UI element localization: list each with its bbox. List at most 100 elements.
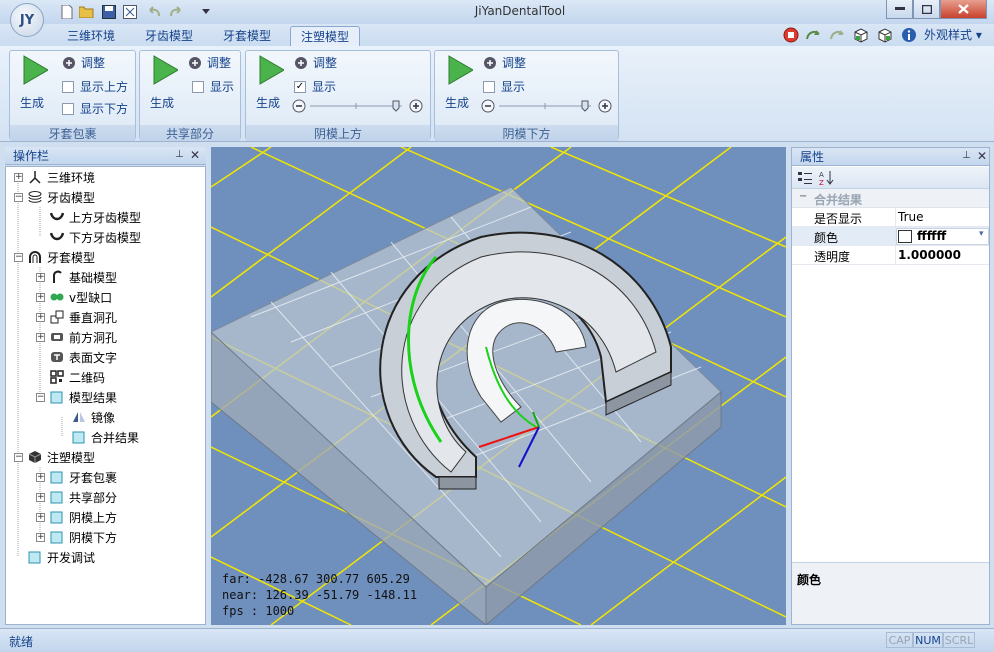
generate-button[interactable]: 生成	[20, 55, 49, 111]
close-button[interactable]	[940, 0, 987, 19]
save-icon[interactable]	[101, 4, 116, 19]
stack-icon	[28, 190, 42, 204]
props-panel-header: 属性	[792, 148, 989, 166]
undo-icon[interactable]	[146, 4, 161, 19]
maximize-button[interactable]	[913, 0, 940, 19]
open-folder-icon[interactable]	[79, 4, 94, 19]
tree-item-3d-environment[interactable]: + 三维环境	[14, 167, 95, 187]
tree-label: 合并结果	[91, 430, 140, 445]
tree-item-qr-code[interactable]: 二维码	[50, 367, 105, 387]
tree-item-injection-model[interactable]: − 注塑模型	[14, 447, 95, 467]
tree-item-tooth-model[interactable]: − 牙齿模型	[14, 187, 95, 207]
tree-item-vertical-hole[interactable]: + 垂直洞孔	[36, 307, 117, 327]
tab-brace-model[interactable]: 牙套模型	[214, 26, 280, 46]
categorized-icon[interactable]	[797, 170, 813, 189]
tree-item-lower-tooth[interactable]: 下方牙齿模型	[50, 227, 141, 247]
adjust-button[interactable]: 调整	[483, 54, 526, 71]
prop-value[interactable]: ffffff	[917, 229, 946, 243]
show-upper-checkbox[interactable]: 显示上方	[62, 78, 128, 95]
tree-item-base-model[interactable]: + 基础模型	[36, 267, 117, 287]
slider-thumb[interactable]	[581, 100, 589, 112]
collapse-icon[interactable]: −	[14, 252, 23, 262]
tree-item-model-result[interactable]: − 模型结果	[36, 387, 117, 407]
collapse-icon[interactable]: −	[799, 191, 807, 202]
sort-az-icon[interactable]: AZ	[819, 170, 835, 189]
zoom-in-icon[interactable]	[598, 99, 612, 113]
expand-icon[interactable]: +	[36, 272, 45, 282]
app-logo[interactable]: JY	[10, 3, 44, 37]
3d-viewport[interactable]: far: -428.67 300.77 605.29 near: 126.39 …	[211, 147, 786, 625]
prop-value[interactable]: 1.000000	[898, 248, 961, 262]
pin-icon[interactable]: ⊥	[175, 149, 184, 160]
expand-icon[interactable]: +	[36, 492, 45, 502]
rotate-view-alt-icon[interactable]	[829, 27, 845, 43]
expand-icon[interactable]: +	[36, 472, 45, 482]
collapse-icon[interactable]: −	[14, 452, 23, 462]
new-file-icon[interactable]	[59, 4, 74, 19]
collapse-icon[interactable]: −	[36, 392, 45, 402]
tab-injection-model[interactable]: 注塑模型	[290, 26, 360, 46]
adjust-button[interactable]: 调整	[294, 54, 337, 71]
minimize-button[interactable]	[886, 0, 913, 19]
expand-icon[interactable]: +	[36, 512, 45, 522]
collapse-icon[interactable]: −	[14, 192, 23, 202]
expand-icon[interactable]: +	[14, 172, 23, 182]
info-icon[interactable]	[901, 27, 917, 43]
props-category[interactable]: − 合并结果	[792, 189, 989, 208]
prop-value[interactable]: True	[898, 210, 924, 224]
tree-item-front-hole[interactable]: + 前方洞孔	[36, 327, 117, 347]
tree-item-surface-text[interactable]: 表面文字	[50, 347, 117, 367]
show-lower-checkbox[interactable]: 显示下方	[62, 100, 128, 117]
tab-tooth-model[interactable]: 牙齿模型	[136, 26, 202, 46]
customize-qat-icon[interactable]	[198, 4, 213, 19]
close-panel-icon[interactable]: ✕	[190, 148, 200, 162]
rotate-view-icon[interactable]	[805, 27, 821, 43]
tree-item-mirror[interactable]: 镜像	[72, 407, 115, 427]
adjust-button[interactable]: 调整	[188, 54, 231, 71]
properties-icon[interactable]	[122, 4, 137, 19]
zoom-out-icon[interactable]	[292, 99, 306, 113]
generate-label: 生成	[445, 96, 470, 110]
close-panel-icon[interactable]: ✕	[977, 149, 987, 163]
tooth-icon	[50, 230, 64, 244]
slider-thumb[interactable]	[392, 100, 400, 112]
tree-item-lower-mold[interactable]: + 阴模下方	[36, 527, 117, 547]
checkbox-box	[62, 102, 74, 115]
prop-row-visible[interactable]: 是否显示 True	[792, 208, 989, 227]
cube-icon	[50, 490, 64, 504]
redo-icon[interactable]	[168, 4, 183, 19]
expand-icon[interactable]: +	[36, 332, 45, 342]
zoom-in-icon[interactable]	[409, 99, 423, 113]
style-menu[interactable]: 外观样式 ▾	[924, 27, 982, 43]
zoom-out-icon[interactable]	[481, 99, 495, 113]
tree-item-dev-debug[interactable]: 开发调试	[28, 547, 95, 567]
expand-icon[interactable]: +	[36, 312, 45, 322]
chevron-down-icon[interactable]: ▾	[979, 229, 984, 239]
cube-icon	[50, 510, 64, 524]
tree-item-v-notch[interactable]: + v型缺口	[36, 287, 112, 307]
expand-icon[interactable]: +	[36, 532, 45, 542]
tree-item-brace-model[interactable]: − 牙套模型	[14, 247, 95, 267]
tab-3d-environment[interactable]: 三维环境	[58, 26, 124, 46]
view-front-icon[interactable]	[853, 27, 869, 43]
pin-icon[interactable]: ⊥	[962, 150, 971, 161]
zoom-slider[interactable]	[292, 98, 424, 114]
generate-button[interactable]: 生成	[150, 55, 179, 111]
show-checkbox[interactable]: ✓ 显示	[294, 78, 336, 95]
tree-item-merge-result[interactable]: 合并结果	[72, 427, 139, 447]
generate-button[interactable]: 生成	[445, 55, 474, 111]
expand-icon[interactable]: +	[36, 292, 45, 302]
view-side-icon[interactable]	[877, 27, 893, 43]
adjust-button[interactable]: 调整	[62, 54, 105, 71]
show-checkbox[interactable]: 显示	[483, 78, 525, 95]
tree-item-shared-part[interactable]: + 共享部分	[36, 487, 117, 507]
prop-row-color[interactable]: 颜色 ffffff ▾	[792, 227, 989, 246]
prop-row-opacity[interactable]: 透明度 1.000000	[792, 246, 989, 265]
zoom-slider[interactable]	[481, 98, 613, 114]
tree-item-upper-tooth[interactable]: 上方牙齿模型	[50, 207, 141, 227]
show-checkbox[interactable]: 显示	[192, 78, 234, 95]
generate-button[interactable]: 生成	[256, 55, 285, 111]
tree-item-brace-wrap[interactable]: + 牙套包裹	[36, 467, 117, 487]
tree-item-upper-mold[interactable]: + 阴模上方	[36, 507, 117, 527]
stop-icon[interactable]	[783, 27, 799, 43]
